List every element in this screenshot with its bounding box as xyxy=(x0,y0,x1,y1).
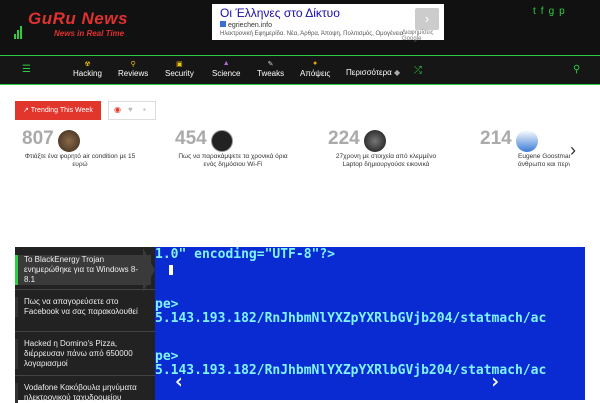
site-header: GuRu News News in Real Time Οι Έλληνες σ… xyxy=(0,0,600,55)
nav-item-hacking[interactable]: ☢ Hacking xyxy=(73,60,102,78)
heart-icon[interactable]: ♥ xyxy=(128,105,133,114)
shuffle-icon[interactable]: ⤮ xyxy=(414,65,422,76)
trending-card[interactable]: 214 Eugene Goostman: Ξεγελάει άνθρωπο κα… xyxy=(480,128,570,176)
trending-card[interactable]: 454 Πως να παρακάμψετε τα χρονικά όρια ε… xyxy=(175,128,295,176)
ad-url[interactable]: egriechen.info xyxy=(220,21,272,29)
chevron-left-icon[interactable]: ‹ xyxy=(173,369,185,393)
card-title[interactable]: 27χρονη με στοιχεία από κλεμμένο Laptop … xyxy=(330,153,442,169)
menu-icon[interactable]: ☰ xyxy=(22,64,31,75)
thumbnail[interactable] xyxy=(58,130,80,152)
logo-tagline: News in Real Time xyxy=(54,29,125,38)
card-title[interactable]: Πως να παρακάμψετε τα χρονικά όρια ενός … xyxy=(177,153,289,169)
facebook-icon[interactable]: f xyxy=(541,6,549,17)
chevron-right-icon[interactable]: › xyxy=(489,369,501,393)
chevron-right-icon[interactable]: › xyxy=(570,140,576,161)
twitter-icon[interactable]: t xyxy=(533,6,541,17)
active-pointer xyxy=(143,248,155,292)
eye-icon[interactable]: ◉ xyxy=(114,105,121,114)
card-title[interactable]: Eugene Goostman: Ξεγελάει άνθρωπο και πε… xyxy=(518,153,570,169)
code-line: 1.0" encoding="UTF-8"?> xyxy=(155,247,336,262)
tab-trending[interactable]: ↗ Trending This Week xyxy=(15,101,101,120)
chevron-down-icon: ◆ xyxy=(394,68,401,77)
wifi-thumbnail[interactable] xyxy=(211,130,233,152)
main-nav: ☰ ☢ Hacking ⚲ Reviews ▣ Security ▲ Science ✎… xyxy=(0,55,600,85)
nav-item-science[interactable]: ▲ Science xyxy=(212,60,240,78)
trending-card[interactable]: 807 Φτιάξτε ένα φορητό air condition με … xyxy=(22,128,142,176)
code-line: pe> xyxy=(155,297,179,312)
view-count: 214 xyxy=(480,128,512,149)
chevron-right-icon[interactable]: › xyxy=(415,8,439,30)
ad-note: Διαφημίσεις Google xyxy=(402,30,434,42)
google-ad[interactable]: Οι Έλληνες στο Δίκτυο egriechen.info Ηλε… xyxy=(212,4,444,42)
social-links: tfgp xyxy=(533,6,570,17)
divider xyxy=(15,289,155,290)
magnifier-icon: ⚲ xyxy=(130,61,136,68)
trend-icon: ↗ xyxy=(23,107,29,114)
ad-description: Ηλεκτρονική Εφημερίδα. Νέα, Άρθρα, Άποψη… xyxy=(220,31,404,37)
logo-text: GuRu News xyxy=(28,9,128,28)
trending-tabs: ◉ ♥ ▪ xyxy=(108,101,156,120)
lock-icon: ▣ xyxy=(176,61,183,68)
nav-item-tweaks[interactable]: ✎ Tweaks xyxy=(257,60,284,78)
cursor xyxy=(169,265,173,275)
ad-title[interactable]: Οι Έλληνες στο Δίκτυο xyxy=(220,6,340,20)
google-plus-icon[interactable]: g xyxy=(549,6,560,17)
radioactive-icon: ☢ xyxy=(84,61,91,68)
signal-bars-icon xyxy=(14,21,24,39)
wrench-icon: ✎ xyxy=(267,61,274,68)
sidebar-item[interactable]: Vodafone Κακόβουλα μηνύματα ηλεκτρονικού… xyxy=(15,383,151,403)
comment-icon[interactable]: ▪ xyxy=(143,105,146,114)
sidebar-item[interactable]: Πως να απαγορεύσετε στο Facebook να σας … xyxy=(15,297,151,317)
divider xyxy=(15,375,155,376)
divider xyxy=(15,331,155,332)
sidebar-item[interactable]: Το BlackEnergy Trojan ενημερώθηκε για τα… xyxy=(15,255,151,285)
code-line: 5.143.193.182/RnJhbmNlYXZpYXRlbGVjb204/s… xyxy=(155,311,547,326)
thumbnail[interactable] xyxy=(364,130,386,152)
trending-card[interactable]: 224 27χρονη με στοιχεία από κλεμμένο Lap… xyxy=(328,128,448,176)
view-count: 454 xyxy=(175,128,207,149)
thumbnail[interactable] xyxy=(516,130,538,152)
featured-sidebar: Το BlackEnergy Trojan ενημερώθηκε για τα… xyxy=(15,247,155,403)
nav-item-security[interactable]: ▣ Security xyxy=(165,60,194,78)
nav-item-reviews[interactable]: ⚲ Reviews xyxy=(118,60,148,78)
circle-icon: ● xyxy=(312,60,318,67)
code-line: pe> xyxy=(155,349,179,364)
flask-icon: ▲ xyxy=(222,60,230,67)
site-logo[interactable]: GuRu News News in Real Time xyxy=(14,9,144,43)
view-count: 807 xyxy=(22,128,54,149)
pinterest-icon[interactable]: p xyxy=(559,6,570,17)
sidebar-item[interactable]: Hacked η Domino's Pizza, διέρρευσαν πάνω… xyxy=(15,339,151,369)
favicon-icon xyxy=(220,21,226,27)
card-title[interactable]: Φτιάξτε ένα φορητό air condition με 15 ε… xyxy=(24,153,136,169)
view-count: 224 xyxy=(328,128,360,149)
search-icon[interactable]: ⚲ xyxy=(573,64,580,75)
nav-more[interactable]: Περισσότερα ◆ xyxy=(346,68,400,77)
nav-item-opinions[interactable]: ● Απόψεις xyxy=(300,60,330,78)
featured-slider[interactable]: 1.0" encoding="UTF-8"?> pe> 5.143.193.18… xyxy=(155,247,585,400)
code-line: 5.143.193.182/RnJhbmNlYXZpYXRlbGVjb204/s… xyxy=(155,363,547,378)
